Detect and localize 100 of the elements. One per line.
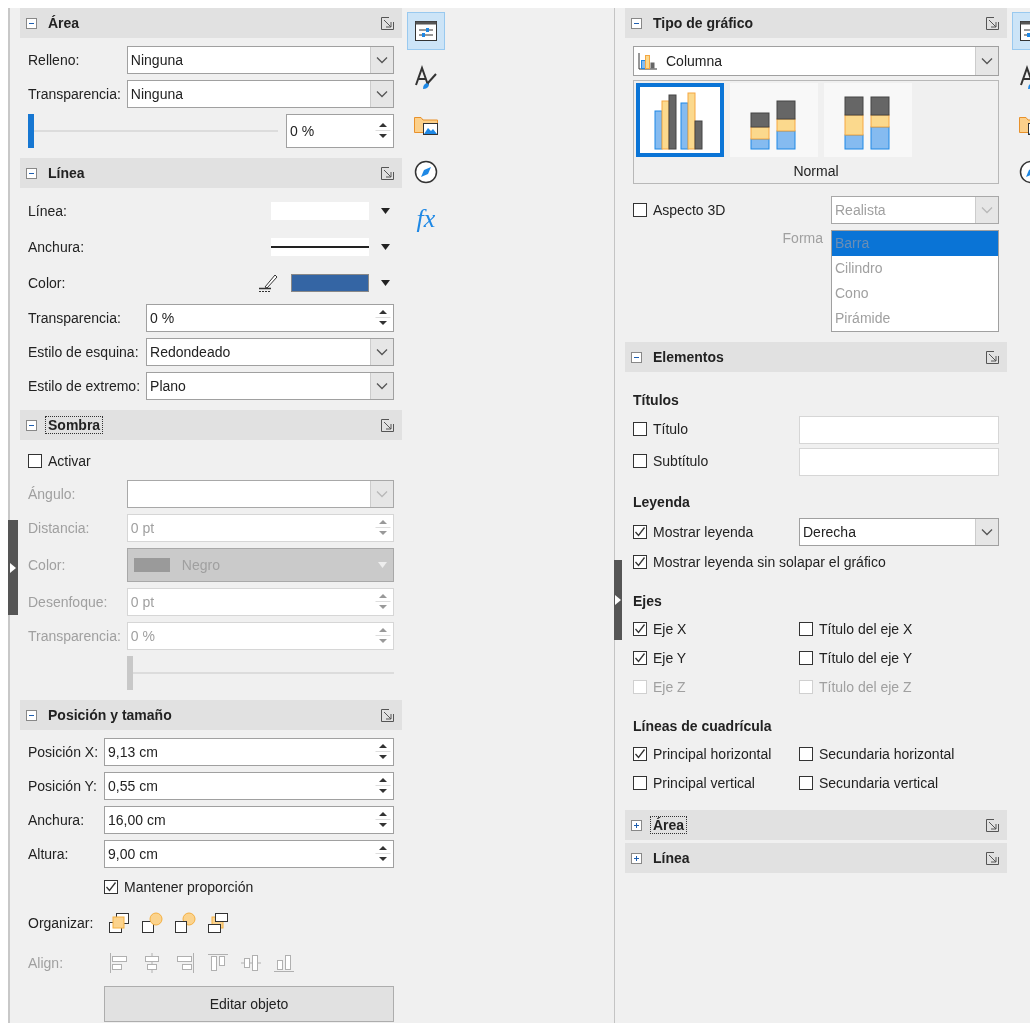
chart-type-dropdown[interactable]: Columna	[633, 46, 999, 76]
section-header[interactable]: Área	[20, 8, 402, 38]
checkbox[interactable]: Mostrar leyenda	[633, 523, 754, 540]
collapse-icon[interactable]	[631, 351, 642, 363]
field-label: Color:	[28, 557, 67, 573]
dropdown[interactable]: Derecha	[799, 518, 999, 546]
field-label: Transparencia:	[28, 310, 122, 326]
chart-variant-option[interactable]	[636, 83, 724, 157]
collapse-icon[interactable]	[26, 167, 37, 179]
collapse-icon[interactable]	[26, 709, 37, 721]
text-field[interactable]	[799, 416, 999, 444]
field-label: Transparencia:	[28, 86, 121, 102]
checkbox[interactable]: Título del eje X	[799, 620, 913, 637]
chart-variant-option[interactable]	[824, 83, 912, 157]
checkbox[interactable]: Eje X	[633, 621, 687, 637]
section-header[interactable]: Tipo de gráfico	[625, 8, 1007, 38]
checkbox[interactable]: Aspecto 3D	[633, 202, 726, 218]
checkbox[interactable]: Mantener proporción	[104, 879, 254, 895]
more-options-icon[interactable]	[986, 851, 999, 865]
checkbox[interactable]: Eje Y	[633, 650, 687, 666]
checkbox[interactable]: Secundaria vertical	[799, 774, 939, 791]
section-title: Sombra	[45, 416, 104, 434]
expand-icon[interactable]	[631, 819, 642, 831]
spin-field[interactable]: 0 %	[146, 304, 394, 332]
field-label: Posición X:	[28, 744, 99, 760]
color-swatch[interactable]	[291, 274, 369, 292]
sidebar-collapse-handle[interactable]	[8, 520, 18, 615]
dropdown[interactable]: Redondeado	[146, 338, 394, 366]
section-title: Línea	[47, 164, 86, 182]
section-header[interactable]: Posición y tamaño	[20, 700, 402, 730]
more-options-icon[interactable]	[986, 818, 999, 832]
field-label: Forma	[782, 230, 823, 246]
checkbox[interactable]: Principal horizontal	[633, 746, 772, 762]
section-header[interactable]: Área	[625, 810, 1007, 840]
navigator-icon	[413, 159, 439, 185]
checkbox[interactable]: Título del eje Y	[799, 649, 913, 666]
slider-thumb[interactable]	[28, 114, 34, 148]
caret-down-icon[interactable]	[381, 244, 390, 250]
edit-object-button[interactable]: Editar objeto	[104, 986, 394, 1022]
collapse-icon[interactable]	[26, 17, 37, 29]
section-header[interactable]: Sombra	[20, 410, 402, 440]
chevron-down-icon	[981, 57, 993, 65]
more-options-icon[interactable]	[381, 418, 394, 432]
checkbox[interactable]: Título	[633, 421, 688, 437]
bring-forward-icon[interactable]	[141, 912, 164, 934]
line-width-preview[interactable]	[271, 238, 369, 256]
section-title: Posición y tamaño	[47, 706, 173, 724]
sidebar-tab[interactable]	[407, 12, 445, 50]
dropdown[interactable]: Plano	[146, 372, 394, 400]
more-options-icon[interactable]	[986, 16, 999, 30]
section-header[interactable]: Línea	[625, 843, 1007, 873]
field-label: Align:	[28, 955, 65, 971]
caret-down-icon[interactable]	[381, 208, 390, 214]
chevron-down-icon	[376, 490, 388, 498]
field-label: Estilo de extremo:	[28, 378, 141, 394]
spin-field[interactable]: 9,00 cm	[104, 840, 394, 868]
sidebar-collapse-handle[interactable]	[614, 560, 622, 640]
more-options-icon[interactable]	[381, 166, 394, 180]
more-options-icon[interactable]	[381, 16, 394, 30]
spin-field[interactable]: 0 %	[286, 114, 394, 148]
checkbox[interactable]: Activar	[28, 453, 91, 469]
field-label: Color:	[28, 275, 67, 291]
section-header[interactable]: Línea	[20, 158, 402, 188]
checkbox[interactable]: Secundaria horizontal	[799, 745, 955, 762]
spin-field[interactable]: 0,55 cm	[104, 772, 394, 800]
text-field[interactable]	[799, 448, 999, 476]
chart-variant-option[interactable]	[730, 83, 818, 157]
checkbox[interactable]: Principal vertical	[633, 774, 755, 791]
field-label: Ángulo:	[28, 486, 77, 502]
group-heading: Títulos	[633, 392, 679, 408]
checkmark-icon	[634, 525, 646, 538]
field-label: Posición Y:	[28, 778, 98, 794]
spin-field[interactable]: 9,13 cm	[104, 738, 394, 766]
variant-caption: Normal	[793, 163, 839, 179]
collapse-icon[interactable]	[631, 17, 642, 29]
spin-field[interactable]: 16,00 cm	[104, 806, 394, 834]
expand-icon[interactable]	[631, 852, 642, 864]
bring-to-front-icon[interactable]	[108, 912, 131, 934]
functions-icon: fx	[416, 206, 436, 232]
group-heading: Leyenda	[633, 494, 690, 510]
more-options-icon[interactable]	[986, 350, 999, 364]
checkmark-icon	[634, 748, 646, 760]
checkbox[interactable]: Subtítulo	[633, 453, 709, 469]
field-label: Estilo de esquina:	[28, 344, 140, 360]
dropdown[interactable]: Ninguna	[126, 80, 394, 108]
send-backward-icon[interactable]	[174, 912, 197, 934]
section-header[interactable]: Elementos	[625, 342, 1007, 372]
collapse-icon[interactable]	[26, 419, 37, 431]
dropdown[interactable]: Ninguna	[126, 46, 394, 74]
checkmark-icon	[634, 652, 646, 664]
checkmark-icon	[105, 881, 118, 893]
properties-icon	[413, 18, 439, 44]
section-title: Tipo de gráfico	[652, 14, 755, 32]
section-title: Área	[47, 14, 81, 32]
chevron-down-icon	[376, 90, 388, 98]
caret-down-icon[interactable]	[381, 280, 390, 286]
more-options-icon[interactable]	[381, 708, 394, 722]
color-swatch	[133, 558, 170, 572]
checkbox[interactable]: Mostrar leyenda sin solapar el gráfico	[633, 554, 886, 570]
send-to-back-icon[interactable]	[207, 912, 230, 934]
